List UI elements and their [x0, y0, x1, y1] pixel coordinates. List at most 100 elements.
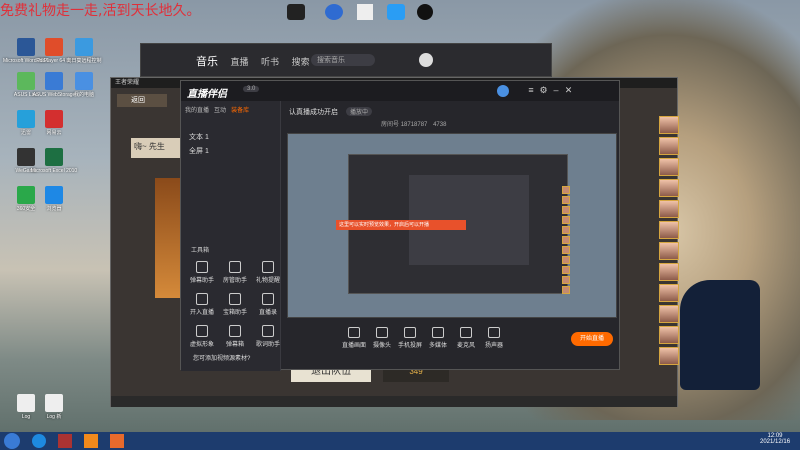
bottom-tool-button[interactable]: 扬声器 [481, 327, 507, 349]
taskbar-browser-icon[interactable] [32, 434, 46, 448]
close-icon[interactable]: ✕ [564, 85, 574, 96]
app-icon [45, 110, 63, 128]
bottom-tool-label: 麦克风 [456, 343, 475, 349]
banner-text: 免费礼物走一走,活到天长地久。 [0, 3, 201, 19]
tool-icon [229, 293, 241, 305]
hero-portraits-small [562, 186, 570, 296]
desktop-icon-label: 浏览器 [46, 206, 62, 212]
qq-icon[interactable] [417, 4, 433, 20]
settings-icon[interactable]: ⚙ [539, 85, 549, 96]
app-icon [75, 72, 93, 90]
app-icon [75, 38, 93, 56]
desktop-icon-label: Log 新 [46, 414, 62, 420]
app-icon [45, 148, 63, 166]
taskbar-stream-icon[interactable] [110, 434, 124, 448]
app-icon [45, 394, 63, 412]
bottom-tool-icon [488, 327, 500, 338]
file-icon[interactable] [357, 4, 373, 20]
desktop-icon-label: 向日葵远程控制 [66, 58, 102, 64]
clock[interactable]: 12:09 2021/12/16 [760, 433, 790, 445]
app-icon [45, 186, 63, 204]
hero-portrait [562, 236, 570, 244]
tool-label: 直播录 [258, 310, 277, 316]
game-back-button[interactable]: 返回 [117, 94, 167, 107]
hero-portrait [562, 206, 570, 214]
browser-icon[interactable] [325, 4, 343, 20]
desktop-icon[interactable]: 我的电脑 [60, 72, 108, 112]
bottom-toolbar: 直播画面 摄像头 手机投屏 多媒体 麦克风 扬声器 [281, 321, 619, 361]
game-hero-card [155, 178, 181, 298]
bottom-tool-label: 手机投屏 [397, 343, 422, 349]
tools-header: 工具箱 [191, 248, 210, 254]
bottom-tool-button[interactable]: 麦克风 [453, 327, 479, 349]
game-status-bar [111, 396, 677, 407]
app-icon[interactable] [387, 4, 405, 20]
tab-live[interactable]: 直播 [231, 55, 249, 68]
bottom-tool-button[interactable]: 手机投屏 [397, 327, 423, 349]
avatar[interactable] [419, 53, 433, 67]
stream-titlebar: 直播伴侣 3.0 ≡ ⚙ – ✕ [181, 81, 619, 101]
top-desktop-icons [287, 4, 447, 32]
desktop-icon[interactable]: Log 新 [30, 394, 78, 434]
hero-portrait [659, 347, 679, 365]
hero-portrait [562, 246, 570, 254]
bottom-tool-button[interactable]: 直播画面 [341, 327, 367, 349]
tool-icon [196, 325, 208, 337]
tool-button[interactable]: 直播录 [249, 293, 287, 316]
taskbar-game-icon[interactable] [58, 434, 72, 448]
hero-portraits [659, 116, 679, 386]
taskbar-app-icon[interactable] [84, 434, 98, 448]
tool-icon [229, 261, 241, 273]
layer-item[interactable]: 全屏 1 [181, 145, 281, 159]
desktop-icon[interactable]: 网易云 [30, 110, 78, 150]
hero-portrait [659, 137, 679, 155]
hero-portrait [562, 226, 570, 234]
desktop-icon-label: Microsoft Excel 2010 [30, 168, 78, 174]
preview-overlay-banner: 这里可以实时预览效果，开启后可以开播 [336, 220, 466, 230]
bottom-tool-label: 扬声器 [484, 343, 503, 349]
stream-left-panel: 我的直播 互动 装备库 文本 1 全屏 1 工具箱 弹幕助手 房管助手 礼物提醒 开入… [181, 101, 281, 371]
music-tabs: 音乐 直播 听书 搜索 [196, 53, 320, 69]
start-button[interactable] [4, 433, 20, 449]
bottom-tool-label: 多媒体 [428, 343, 447, 349]
hero-portrait [562, 196, 570, 204]
tab-search[interactable]: 搜索 [292, 55, 310, 68]
tool-label: 礼物提醒 [255, 278, 280, 284]
bottom-tool-icon [432, 327, 444, 338]
bottom-tool-button[interactable]: 多媒体 [425, 327, 451, 349]
tool-icon [262, 261, 274, 273]
nav-materials[interactable]: 装备库 [231, 108, 249, 114]
music-search-input[interactable]: 搜索音乐 [311, 54, 375, 66]
hero-portrait [659, 116, 679, 134]
user-avatar[interactable] [497, 85, 509, 97]
room-label: 房间号 [381, 122, 400, 128]
status-title: 认真播成功开启 [289, 109, 338, 116]
clock-date: 2021/12/16 [760, 439, 791, 445]
taskbar: 12:09 2021/12/16 [0, 432, 800, 450]
background-car [680, 280, 760, 390]
start-live-button[interactable]: 开始直播 [571, 332, 613, 346]
hero-portrait [659, 158, 679, 176]
stream-logo: 直播伴侣 [187, 89, 227, 100]
hero-portrait [659, 305, 679, 323]
stream-status: 认真播成功开启 播放中 [289, 107, 372, 117]
stream-window: 直播伴侣 3.0 ≡ ⚙ – ✕ 我的直播 互动 装备库 文本 1 全屏 1 工… [180, 80, 620, 371]
tool-button[interactable]: 礼物提醒 [249, 261, 287, 284]
layer-item[interactable]: 文本 1 [181, 131, 281, 145]
viewer-count: 4738 [433, 122, 447, 128]
hero-portrait [562, 266, 570, 274]
minimize-icon[interactable]: – [551, 85, 561, 95]
desktop-icon[interactable]: 浏览器 [30, 186, 78, 226]
hero-portrait [562, 186, 570, 194]
tab-music[interactable]: 音乐 [196, 53, 218, 69]
desktop-icon[interactable]: Microsoft Excel 2010 [30, 148, 78, 188]
wegame-icon[interactable] [287, 4, 305, 20]
tab-books[interactable]: 听书 [261, 55, 279, 68]
hero-portrait [562, 286, 570, 294]
bottom-tool-button[interactable]: 摄像头 [369, 327, 395, 349]
nav-my-live[interactable]: 我的直播 [185, 108, 209, 114]
nav-interact[interactable]: 互动 [214, 108, 226, 114]
left-nav: 我的直播 互动 装备库 [185, 105, 249, 114]
tool-icon [196, 261, 208, 273]
menu-icon[interactable]: ≡ [526, 85, 536, 95]
